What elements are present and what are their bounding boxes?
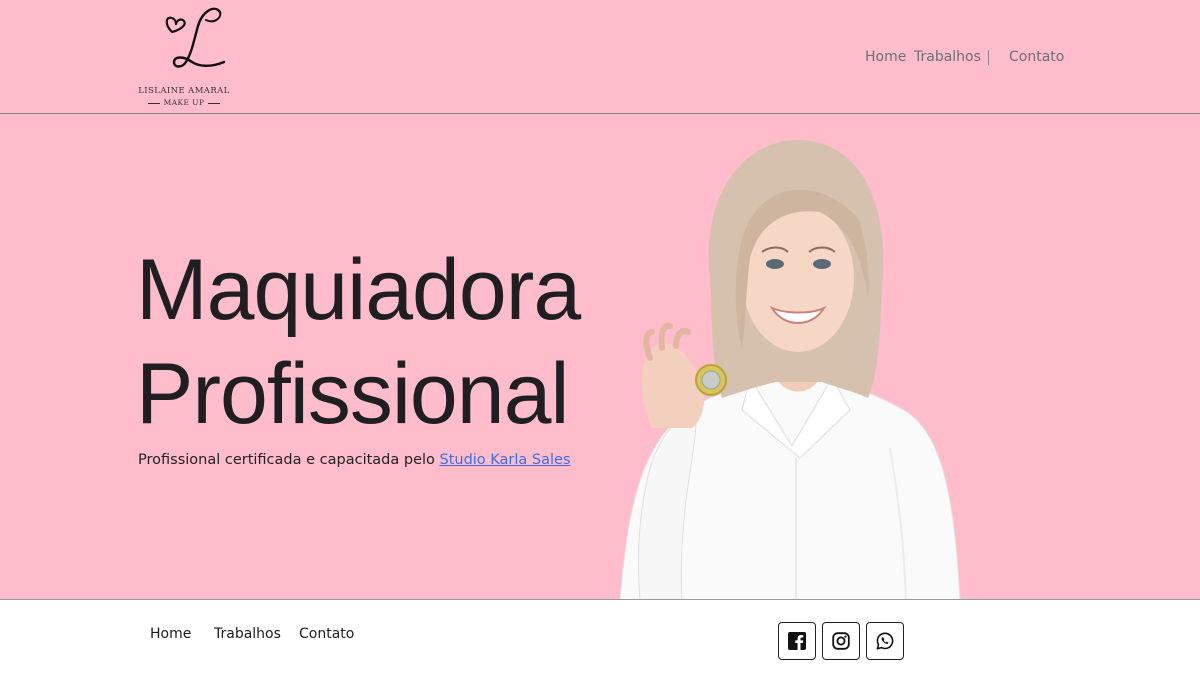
footer-contato-link[interactable]: Contato (299, 626, 354, 642)
footer-trabalhos-link[interactable]: Trabalhos (214, 626, 281, 642)
nav-divider (988, 50, 989, 65)
nav-trabalhos-link[interactable]: Trabalhos (914, 49, 981, 65)
site-footer: Home Trabalhos Contato (0, 600, 1200, 700)
brand-name: LISLAINE AMARAL (138, 86, 230, 96)
brand-tagline: MAKE UP (136, 98, 232, 107)
instagram-button[interactable] (822, 622, 860, 660)
whatsapp-icon (876, 632, 894, 650)
facebook-icon (788, 632, 806, 650)
hero-title-line-1: Maquiadora (136, 242, 581, 338)
nav-contato-link[interactable]: Contato (1009, 49, 1064, 65)
hero-subtitle: Profissional certificada e capacitada pe… (138, 452, 571, 468)
hero-title: Maquiadora Profissional (136, 238, 596, 446)
instagram-icon (832, 632, 850, 650)
hero-section: Maquiadora Profissional Profissional cer… (0, 114, 1200, 600)
hero-portrait-image (619, 139, 961, 599)
studio-karla-sales-link[interactable]: Studio Karla Sales (440, 452, 571, 468)
brand-logo[interactable]: LISLAINE AMARAL MAKE UP (136, 6, 232, 107)
whatsapp-button[interactable] (866, 622, 904, 660)
hero-title-line-2: Profissional (136, 346, 570, 442)
footer-home-link[interactable]: Home (150, 626, 191, 642)
hero-subtitle-text: Profissional certificada e capacitada pe… (138, 452, 440, 468)
nav-home-link[interactable]: Home (865, 49, 906, 65)
heart-l-monogram-icon (165, 7, 226, 68)
site-header: LISLAINE AMARAL MAKE UP Home Trabalhos C… (0, 0, 1200, 114)
facebook-button[interactable] (778, 622, 816, 660)
